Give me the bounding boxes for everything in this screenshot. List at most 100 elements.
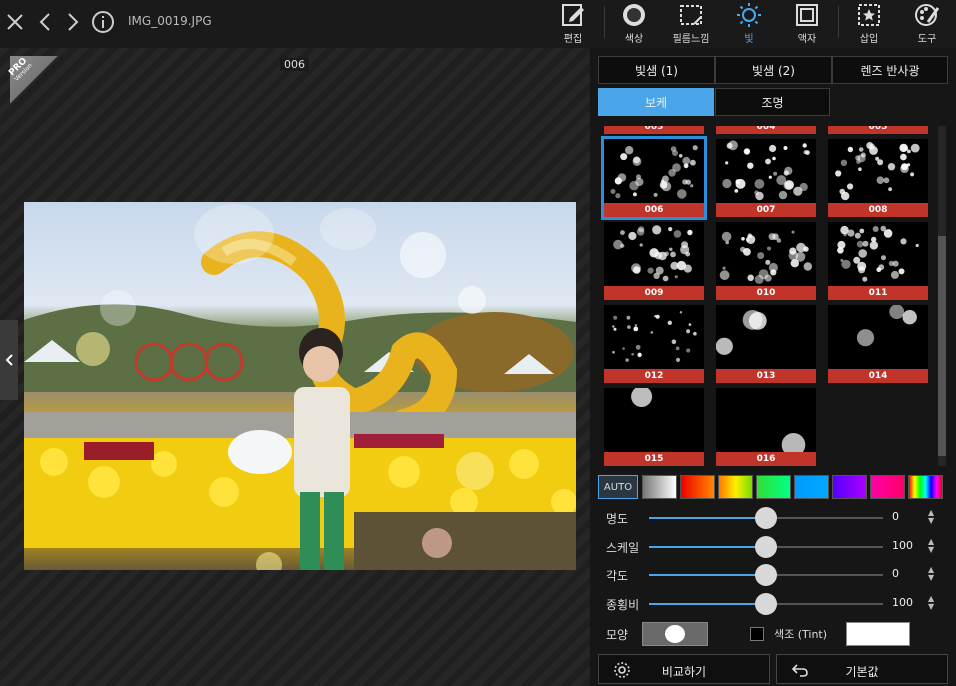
bokeh-thumb-008[interactable]: 008 xyxy=(828,139,928,217)
color-swatch[interactable] xyxy=(908,475,943,499)
slider-value: 0 xyxy=(892,510,899,523)
slider-track[interactable] xyxy=(649,564,883,586)
color-swatch[interactable] xyxy=(832,475,867,499)
slider-fill xyxy=(649,517,766,519)
scrollbar-thumb[interactable] xyxy=(938,236,946,456)
color-swatch[interactable] xyxy=(680,475,715,499)
slider-handle[interactable] xyxy=(755,536,777,558)
color-swatch[interactable] xyxy=(718,475,753,499)
reset-button[interactable]: 기본값 xyxy=(776,654,948,684)
bokeh-thumb-005[interactable]: 005 xyxy=(828,126,928,134)
bokeh-thumb-010[interactable]: 010 xyxy=(716,222,816,300)
slider-value: 100 xyxy=(892,539,913,552)
tool-color[interactable]: 색상 xyxy=(609,2,659,46)
bokeh-preview xyxy=(856,305,917,347)
slider-track[interactable] xyxy=(649,536,883,558)
slider-track[interactable] xyxy=(649,593,883,615)
collapse-panel-button[interactable] xyxy=(0,320,18,400)
tool-tools[interactable]: 도구 xyxy=(902,2,952,46)
bokeh-thumb-004[interactable]: 004 xyxy=(716,126,816,134)
tint-color-swatch[interactable] xyxy=(846,622,910,646)
tool-light[interactable]: 빛 xyxy=(724,2,774,46)
tool-frame[interactable]: 액자 xyxy=(782,2,832,46)
tool-edit[interactable]: 편집 xyxy=(548,2,598,46)
tint-checkbox[interactable] xyxy=(750,627,764,641)
tool-label: 편집 xyxy=(563,34,583,45)
value-stepper[interactable]: ▲ ▼ xyxy=(928,538,934,554)
value-stepper[interactable]: ▲ ▼ xyxy=(928,566,934,582)
bokeh-thumb-003[interactable]: 003 xyxy=(604,126,704,134)
thumb-label: 011 xyxy=(828,286,928,300)
slider-label: 각도 xyxy=(606,569,629,583)
bokeh-thumb-012[interactable]: 012 xyxy=(604,305,704,383)
bokeh-preview xyxy=(781,433,806,452)
previous-icon[interactable] xyxy=(32,8,58,36)
bokeh-thumb-007[interactable]: 007 xyxy=(716,139,816,217)
thumb-label: 010 xyxy=(716,286,816,300)
slider-fill xyxy=(649,603,766,605)
slider-handle[interactable] xyxy=(755,507,777,529)
tool-label: 빛 xyxy=(744,34,754,45)
shape-toggle[interactable] xyxy=(642,622,708,646)
thumbnail-scrollbar[interactable] xyxy=(938,126,946,466)
tint-label: 색조 (Tint) xyxy=(774,628,828,641)
bokeh-thumb-014[interactable]: 014 xyxy=(828,305,928,383)
slider-handle[interactable] xyxy=(755,564,777,586)
tool-label: 색상 xyxy=(624,34,644,45)
bokeh-preview xyxy=(613,225,693,282)
value-stepper[interactable]: ▲ ▼ xyxy=(928,509,934,525)
bokeh-preview xyxy=(610,145,698,199)
thumb-label: 004 xyxy=(716,126,816,134)
bokeh-preview xyxy=(631,388,653,407)
color-swatch[interactable] xyxy=(642,475,677,499)
info-icon[interactable] xyxy=(90,8,116,36)
slider-track[interactable] xyxy=(649,507,883,529)
bokeh-thumb-011[interactable]: 011 xyxy=(828,222,928,300)
file-name: IMG_0019.JPG xyxy=(128,14,212,28)
tool-film[interactable]: 필름느낌 xyxy=(666,2,716,46)
next-icon[interactable] xyxy=(60,8,86,36)
bokeh-spot xyxy=(194,204,274,264)
bokeh-preview xyxy=(719,230,812,284)
effect-thumbnail-grid: 003 004 005 006 007 008 009 010 011 012 013 014 015 0… xyxy=(600,126,932,466)
bokeh-spot xyxy=(100,290,136,326)
bokeh-thumb-016[interactable]: 016 xyxy=(716,388,816,466)
thumb-label: 007 xyxy=(716,203,816,217)
compare-button[interactable]: 비교하기 xyxy=(598,654,770,684)
color-swatch[interactable] xyxy=(756,475,791,499)
tab-light-leak-2[interactable]: 빛샘 (2) xyxy=(715,56,832,84)
value-stepper[interactable]: ▲ ▼ xyxy=(928,595,934,611)
slider-label: 종횡비 xyxy=(606,598,640,612)
bokeh-thumb-013[interactable]: 013 xyxy=(716,305,816,383)
image-canvas: PRO Version 006 xyxy=(0,48,590,686)
color-swatch[interactable] xyxy=(870,475,905,499)
bokeh-preview xyxy=(716,310,767,355)
bokeh-spot xyxy=(320,208,376,250)
sun-icon xyxy=(737,3,761,27)
bokeh-spot xyxy=(76,332,110,366)
bokeh-thumb-006[interactable]: 006 xyxy=(601,136,707,220)
color-swatch[interactable] xyxy=(794,475,829,499)
tool-insert[interactable]: 삽입 xyxy=(844,2,894,46)
thumb-label: 009 xyxy=(604,286,704,300)
effects-panel: 빛샘 (1) 빛샘 (2) 렌즈 반사광 보케 조명 003 004 005 006 0… xyxy=(590,48,956,686)
close-icon[interactable] xyxy=(2,8,28,36)
tab-lighting[interactable]: 조명 xyxy=(715,88,830,116)
auto-color-button[interactable]: AUTO xyxy=(598,475,638,499)
palette-icon xyxy=(915,4,940,26)
edit-icon xyxy=(562,4,584,26)
tab-lens-flare[interactable]: 렌즈 반사광 xyxy=(832,56,948,84)
slider-handle[interactable] xyxy=(755,593,777,615)
bokeh-thumb-009[interactable]: 009 xyxy=(604,222,704,300)
slider-row: 스케일 100 ▲ ▼ xyxy=(606,536,946,558)
effect-number-label: 006 xyxy=(280,58,309,71)
tab-bokeh[interactable]: 보케 xyxy=(598,88,714,116)
bokeh-preview xyxy=(837,225,919,282)
tab-light-leak-1[interactable]: 빛샘 (1) xyxy=(598,56,715,84)
bokeh-spot xyxy=(458,286,486,314)
bokeh-thumb-015[interactable]: 015 xyxy=(604,388,704,466)
bokeh-preview xyxy=(835,142,920,201)
insert-star-icon xyxy=(858,4,880,26)
slider-fill xyxy=(649,546,766,548)
photo-preview[interactable] xyxy=(24,202,576,570)
